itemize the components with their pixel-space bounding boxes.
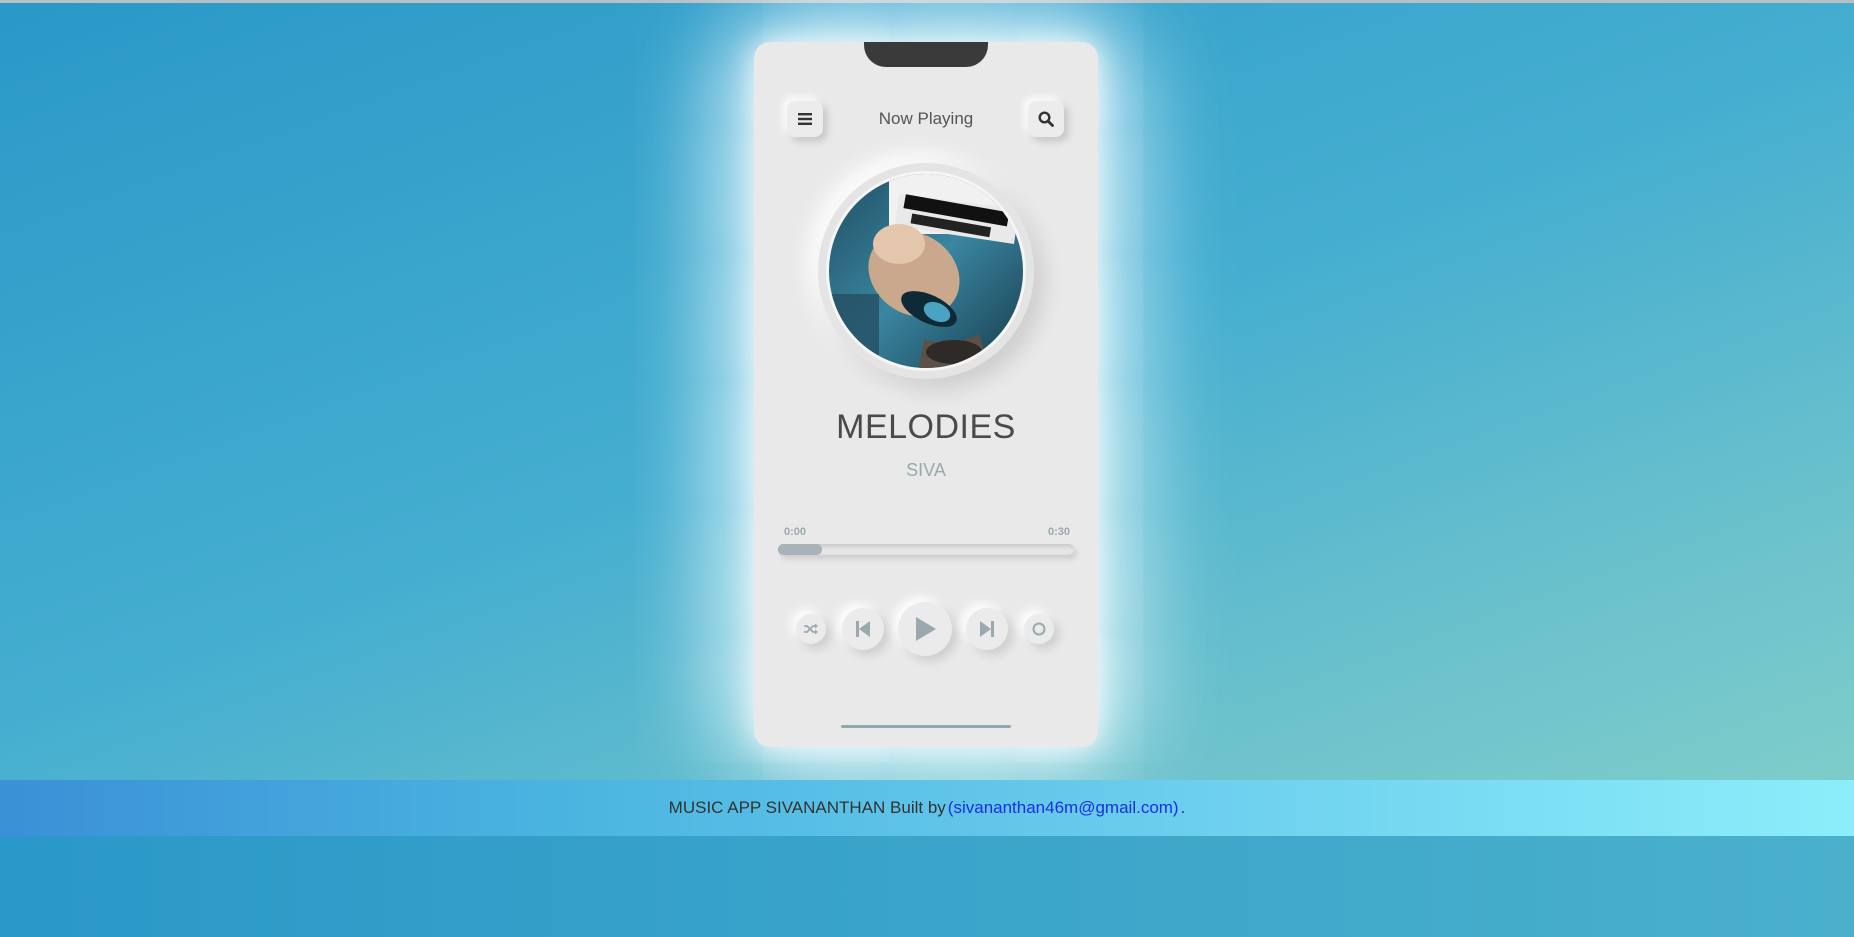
home-indicator xyxy=(841,725,1011,728)
footer-text: MUSIC APP SIVANANTHAN Built by xyxy=(668,798,946,817)
repeat-circle-icon xyxy=(1032,622,1046,636)
artist-name: SIVA xyxy=(906,460,946,480)
current-time: 0:00 xyxy=(784,526,807,538)
previous-button[interactable] xyxy=(842,608,884,650)
skip-next-icon xyxy=(980,621,994,637)
footer-email-link[interactable]: (sivananthan46m@gmail.com) xyxy=(948,798,1179,818)
play-icon xyxy=(916,617,936,641)
repeat-button[interactable] xyxy=(1024,614,1054,644)
footer-period: . xyxy=(1180,798,1186,817)
search-icon xyxy=(1038,111,1054,127)
progress-fill xyxy=(778,544,823,555)
footer: MUSIC APP SIVANANTHAN Built by (sivanant… xyxy=(0,780,1854,836)
music-player-card: Now Playing MELODIES SIVA 0:00 0:30 xyxy=(754,42,1098,747)
skip-previous-icon xyxy=(856,621,870,637)
phone-notch xyxy=(864,42,988,67)
shuffle-icon xyxy=(804,623,818,635)
progress-bar[interactable] xyxy=(778,544,1074,555)
album-art-frame xyxy=(818,163,1034,379)
next-button[interactable] xyxy=(966,608,1008,650)
album-art xyxy=(826,171,1026,371)
play-button[interactable] xyxy=(898,602,952,656)
shuffle-button[interactable] xyxy=(796,614,826,644)
song-title: MELODIES xyxy=(836,408,1016,446)
album-cover-image xyxy=(829,174,1023,368)
page-background-bottom xyxy=(0,836,1854,937)
total-duration: 0:30 xyxy=(1047,526,1070,538)
search-button[interactable] xyxy=(1028,101,1064,137)
app-stage: Now Playing MELODIES SIVA 0:00 0:30 xyxy=(0,3,1854,780)
